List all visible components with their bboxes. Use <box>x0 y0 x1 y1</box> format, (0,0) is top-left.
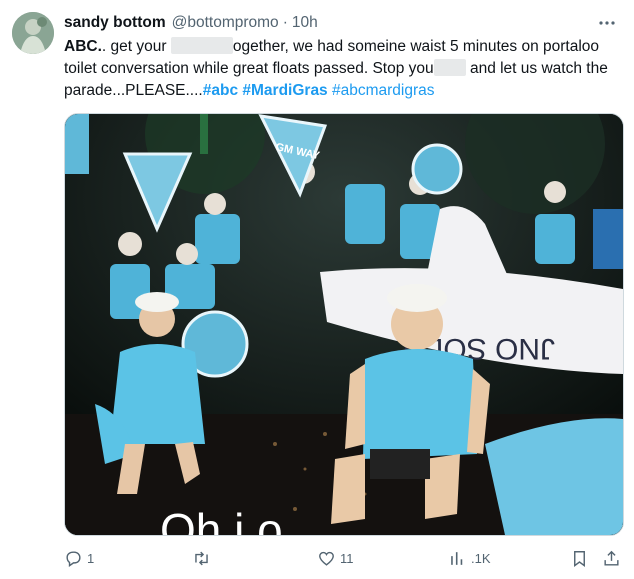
author-name[interactable]: sandy bottom <box>64 14 166 32</box>
avatar-image <box>12 12 54 54</box>
censor-block <box>170 37 233 54</box>
author-handle[interactable]: @bottompromo <box>172 14 279 32</box>
tweet-media-image[interactable]: GM WAY JNO SOLO Oh i o <box>64 113 624 536</box>
bookmark-icon <box>574 550 585 567</box>
bookmark-button[interactable] <box>570 546 589 570</box>
repost-button[interactable] <box>192 546 215 570</box>
hashtag-mardigras[interactable]: #MardiGras <box>242 82 327 99</box>
reply-count: 1 <box>87 550 95 566</box>
tweet-text: ABC.. get your ogether, we had someine w… <box>64 36 620 102</box>
separator-dot: · <box>282 14 288 31</box>
share-icon <box>604 550 619 566</box>
more-icon[interactable] <box>596 12 618 34</box>
timestamp[interactable]: 10h <box>292 14 318 32</box>
parade-photo: GM WAY JNO SOLO Oh i o <box>65 114 623 535</box>
reply-icon <box>66 550 81 567</box>
like-icon <box>319 551 334 566</box>
action-bar: 1 11 .1K <box>64 546 620 570</box>
tweet-text-part-2: . get your <box>101 38 171 55</box>
views-button[interactable]: .1K <box>448 546 491 570</box>
censor-block <box>433 59 466 76</box>
avatar[interactable] <box>12 12 54 54</box>
repost-icon <box>195 551 208 565</box>
tweet-header: sandy bottom @bottompromo · 10h <box>64 12 618 34</box>
views-count: .1K <box>471 550 491 566</box>
views-icon <box>451 551 463 565</box>
like-button[interactable]: 11 <box>317 546 354 570</box>
media-caption: Oh i o <box>160 504 283 535</box>
hashtag-abc[interactable]: #abc <box>203 82 238 99</box>
hashtag-abcmardigras[interactable]: #abcmardigras <box>332 82 435 99</box>
reply-button[interactable]: 1 <box>64 546 94 570</box>
share-button[interactable] <box>602 546 621 570</box>
tweet-text-part-1: ABC. <box>64 38 102 55</box>
like-count: 11 <box>340 550 354 566</box>
